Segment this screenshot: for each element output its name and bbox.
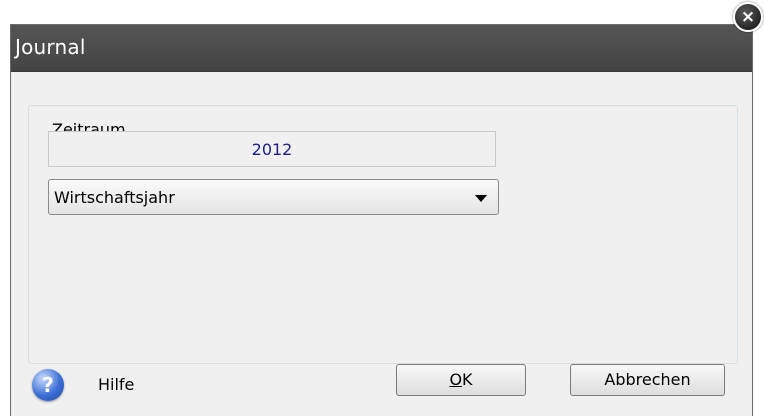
journal-dialog: Journal Zeitraum 2012 Wirtschaftsjahr ? … [10,24,753,416]
chevron-down-icon [475,195,487,202]
cancel-button[interactable]: Abbrechen [570,364,725,396]
period-dropdown[interactable]: Wirtschaftsjahr [48,179,499,215]
close-icon[interactable]: × [733,2,763,32]
ok-button[interactable]: OK [396,364,526,396]
title-bar[interactable]: Journal [11,25,752,72]
period-dropdown-value: Wirtschaftsjahr [54,188,175,207]
help-icon-glyph: ? [42,373,54,397]
year-field: 2012 [48,131,496,167]
dialog-title: Journal [15,35,86,59]
ok-accesskey: O [449,370,463,389]
help-link[interactable]: Hilfe [98,375,134,394]
help-icon[interactable]: ? [32,369,64,401]
ok-label-rest: K [462,370,473,389]
